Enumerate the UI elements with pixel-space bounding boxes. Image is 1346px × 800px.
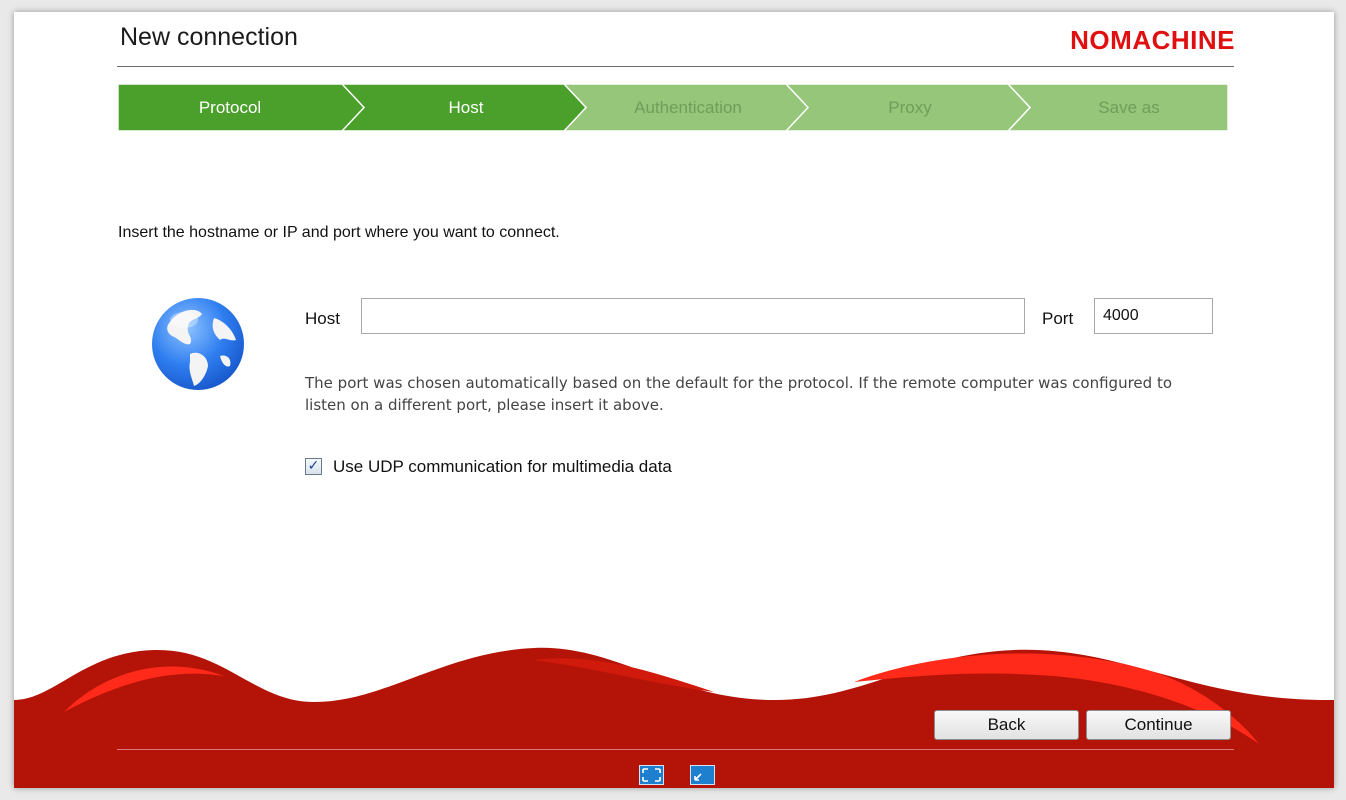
host-input[interactable] xyxy=(361,298,1025,334)
back-button[interactable]: Back xyxy=(934,710,1079,740)
udp-label: Use UDP communication for multimedia dat… xyxy=(333,457,672,476)
port-note: The port was chosen automatically based … xyxy=(305,374,1172,414)
globe-icon xyxy=(152,298,244,390)
fullscreen-glyph xyxy=(642,768,661,782)
wizard-steps: Protocol Host Authentication Proxy Save … xyxy=(118,84,1228,131)
instruction-text: Insert the hostname or IP and port where… xyxy=(118,224,560,241)
step-protocol: Protocol xyxy=(198,98,262,117)
udp-checkbox[interactable]: ✓ xyxy=(305,458,322,475)
fullscreen-icon[interactable] xyxy=(639,765,664,785)
title-divider xyxy=(117,66,1234,67)
port-input[interactable] xyxy=(1094,298,1213,334)
new-connection-dialog: New connection NOMACHINE Protocol Host A… xyxy=(14,12,1334,788)
dialog-title: New connection xyxy=(120,23,298,51)
step-host: Host xyxy=(448,98,484,117)
host-label: Host xyxy=(305,309,340,328)
continue-button[interactable]: Continue xyxy=(1086,710,1231,740)
restore-window-glyph xyxy=(694,773,702,781)
step-authentication: Authentication xyxy=(634,98,742,117)
step-proxy: Proxy xyxy=(888,98,932,117)
nomachine-logo: NOMACHINE xyxy=(1070,25,1235,55)
checkmark-icon: ✓ xyxy=(307,458,320,474)
port-label: Port xyxy=(1042,309,1074,328)
restore-window-icon[interactable] xyxy=(690,765,715,785)
footer-divider xyxy=(117,749,1234,750)
step-save-as: Save as xyxy=(1098,98,1160,117)
